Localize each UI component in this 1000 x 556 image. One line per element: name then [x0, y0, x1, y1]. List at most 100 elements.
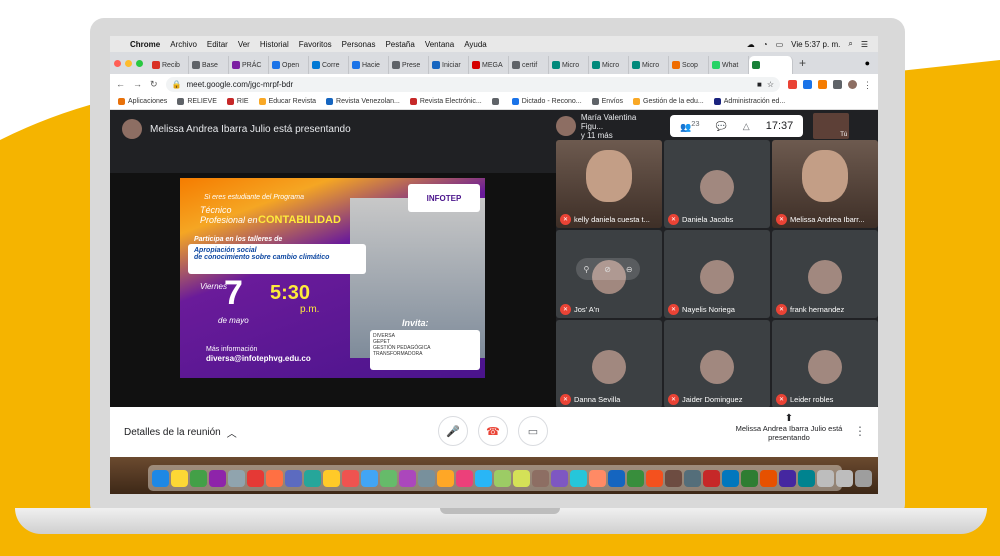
activities-button[interactable]: △ — [743, 121, 750, 132]
browser-tab[interactable]: MEGA — [469, 56, 509, 74]
bookmark-item[interactable]: Revista Venezolan... — [326, 98, 400, 105]
menu-favoritos[interactable]: Favoritos — [299, 40, 332, 49]
new-tab-button[interactable]: + — [799, 56, 806, 70]
dock-app-icon[interactable] — [589, 469, 606, 487]
browser-tab[interactable]: certif — [509, 56, 549, 74]
menu-editar[interactable]: Editar — [207, 40, 228, 49]
bookmark-item[interactable]: Aplicaciones — [118, 98, 167, 105]
browser-tab[interactable]: Hacie — [349, 56, 389, 74]
browser-tab[interactable]: Iniciar — [429, 56, 469, 74]
participant-tile[interactable]: ✕ kelly daniela cuesta t... — [556, 140, 662, 228]
bookmark-item[interactable]: Dictado - Recono... — [511, 98, 582, 105]
bookmark-item[interactable]: Revista Electrónic... — [409, 98, 482, 105]
wifi-icon[interactable]: ◔ — [763, 40, 768, 49]
dock-app-icon[interactable] — [741, 469, 758, 487]
self-view[interactable]: Tú — [813, 113, 850, 139]
browser-tab[interactable]: Micro — [549, 56, 589, 74]
extension-icon[interactable] — [818, 79, 827, 89]
remove-icon[interactable]: ⊖ — [626, 265, 633, 274]
menu-ayuda[interactable]: Ayuda — [464, 40, 487, 49]
bookmark-item[interactable]: Envíos — [591, 98, 623, 105]
dock-app-icon[interactable] — [532, 469, 549, 487]
dock-app-icon[interactable] — [646, 469, 663, 487]
address-bar[interactable]: 🔒 meet.google.com/jgc-mrpf-bdr ■ ☆ — [165, 76, 780, 92]
dock-app-icon[interactable] — [190, 469, 207, 487]
menu-list-icon[interactable]: ☰ — [861, 40, 868, 49]
browser-tab[interactable] — [749, 56, 793, 74]
close-window-button[interactable] — [114, 59, 121, 67]
browser-tab[interactable]: PRÁC — [229, 56, 269, 74]
participant-tile[interactable]: ✕ Nayelis Noriega — [664, 230, 770, 318]
dock-app-icon[interactable] — [456, 469, 473, 487]
microphone-button[interactable]: 🎤 — [438, 416, 468, 446]
dock-app-icon[interactable] — [779, 469, 796, 487]
extension-icon[interactable] — [803, 79, 812, 89]
dock-app-icon[interactable] — [817, 469, 834, 487]
browser-tab[interactable]: Base — [189, 56, 229, 74]
participant-tile[interactable]: ✕ Melissa Andrea Ibarr... — [772, 140, 878, 228]
more-options-icon[interactable]: ⋮ — [854, 424, 866, 438]
bookmark-star-icon[interactable]: ☆ — [767, 80, 774, 89]
kebab-menu-icon[interactable]: ⋮ — [863, 80, 872, 90]
hang-up-button[interactable]: ☎ — [478, 416, 508, 446]
dock-app-icon[interactable] — [399, 469, 416, 487]
dock-app-icon[interactable] — [418, 469, 435, 487]
menu-archivo[interactable]: Archivo — [170, 40, 197, 49]
browser-tab[interactable]: Micro — [589, 56, 629, 74]
participant-tile[interactable]: ⚲ ⊘ ⊖ ✕ Jos' A'n — [556, 230, 662, 318]
browser-tab[interactable]: Corre — [309, 56, 349, 74]
menubar-clock[interactable]: Vie 5:37 p. m. — [791, 40, 840, 49]
puzzle-icon[interactable] — [833, 79, 842, 89]
browser-tab[interactable]: Prese — [389, 56, 429, 74]
dock-app-icon[interactable] — [228, 469, 245, 487]
bookmark-item[interactable]: RELIEVE — [177, 98, 217, 105]
participant-tile[interactable]: ✕ Daniela Jacobs — [664, 140, 770, 228]
dock-app-icon[interactable] — [361, 469, 378, 487]
participant-tile[interactable]: ✕ frank hernandez — [772, 230, 878, 318]
battery-icon[interactable]: ▭ — [776, 40, 784, 49]
cloud-icon[interactable]: ☁ — [747, 40, 755, 49]
opera-extension-icon[interactable] — [788, 79, 797, 89]
bookmark-item[interactable]: Gestión de la edu... — [633, 98, 704, 105]
dock-app-icon[interactable] — [722, 469, 739, 487]
browser-tab[interactable]: Scop — [669, 56, 709, 74]
menu-ver[interactable]: Ver — [238, 40, 250, 49]
bookmark-item[interactable]: Administración ed... — [713, 98, 785, 105]
dock-app-icon[interactable] — [513, 469, 530, 487]
pin-icon[interactable]: ⚲ — [583, 265, 589, 274]
dock-app-icon[interactable] — [494, 469, 511, 487]
menubar-app-name[interactable]: Chrome — [130, 40, 160, 49]
browser-tab[interactable]: Open — [269, 56, 309, 74]
dock-app-icon[interactable] — [608, 469, 625, 487]
minimize-window-button[interactable] — [125, 59, 132, 67]
dock-app-icon[interactable] — [266, 469, 283, 487]
dock-app-icon[interactable] — [760, 469, 777, 487]
bookmark-item[interactable]: RIE — [226, 98, 249, 105]
dock-app-icon[interactable] — [209, 469, 226, 487]
dock-app-icon[interactable] — [342, 469, 359, 487]
profile-avatar[interactable] — [848, 79, 857, 89]
participant-tile[interactable]: ✕ Jaider Dominguez — [664, 320, 770, 408]
dock-app-icon[interactable] — [475, 469, 492, 487]
dock-app-icon[interactable] — [323, 469, 340, 487]
bookmark-item[interactable]: Educar Revista — [258, 98, 316, 105]
browser-tab[interactable]: Micro — [629, 56, 669, 74]
tile-hover-controls[interactable]: ⚲ ⊘ ⊖ — [576, 258, 640, 280]
camera-indicator-icon[interactable]: ■ — [757, 80, 762, 89]
participant-tile[interactable]: ✕ Danna Sevilla — [556, 320, 662, 408]
browser-tab[interactable]: What — [709, 56, 749, 74]
dock-app-icon[interactable] — [437, 469, 454, 487]
dock-app-icon[interactable] — [855, 469, 872, 487]
menu-historial[interactable]: Historial — [260, 40, 289, 49]
zoom-window-button[interactable] — [136, 59, 143, 67]
back-icon[interactable]: ← — [116, 79, 125, 89]
dock-app-icon[interactable] — [247, 469, 264, 487]
browser-tab[interactable]: Recib — [149, 56, 189, 74]
dock-app-icon[interactable] — [171, 469, 188, 487]
dock-app-icon[interactable] — [665, 469, 682, 487]
tab-search-icon[interactable]: ● — [865, 58, 870, 68]
dock-app-icon[interactable] — [380, 469, 397, 487]
menu-ventana[interactable]: Ventana — [425, 40, 454, 49]
dock-app-icon[interactable] — [285, 469, 302, 487]
menu-pestana[interactable]: Pestaña — [385, 40, 414, 49]
